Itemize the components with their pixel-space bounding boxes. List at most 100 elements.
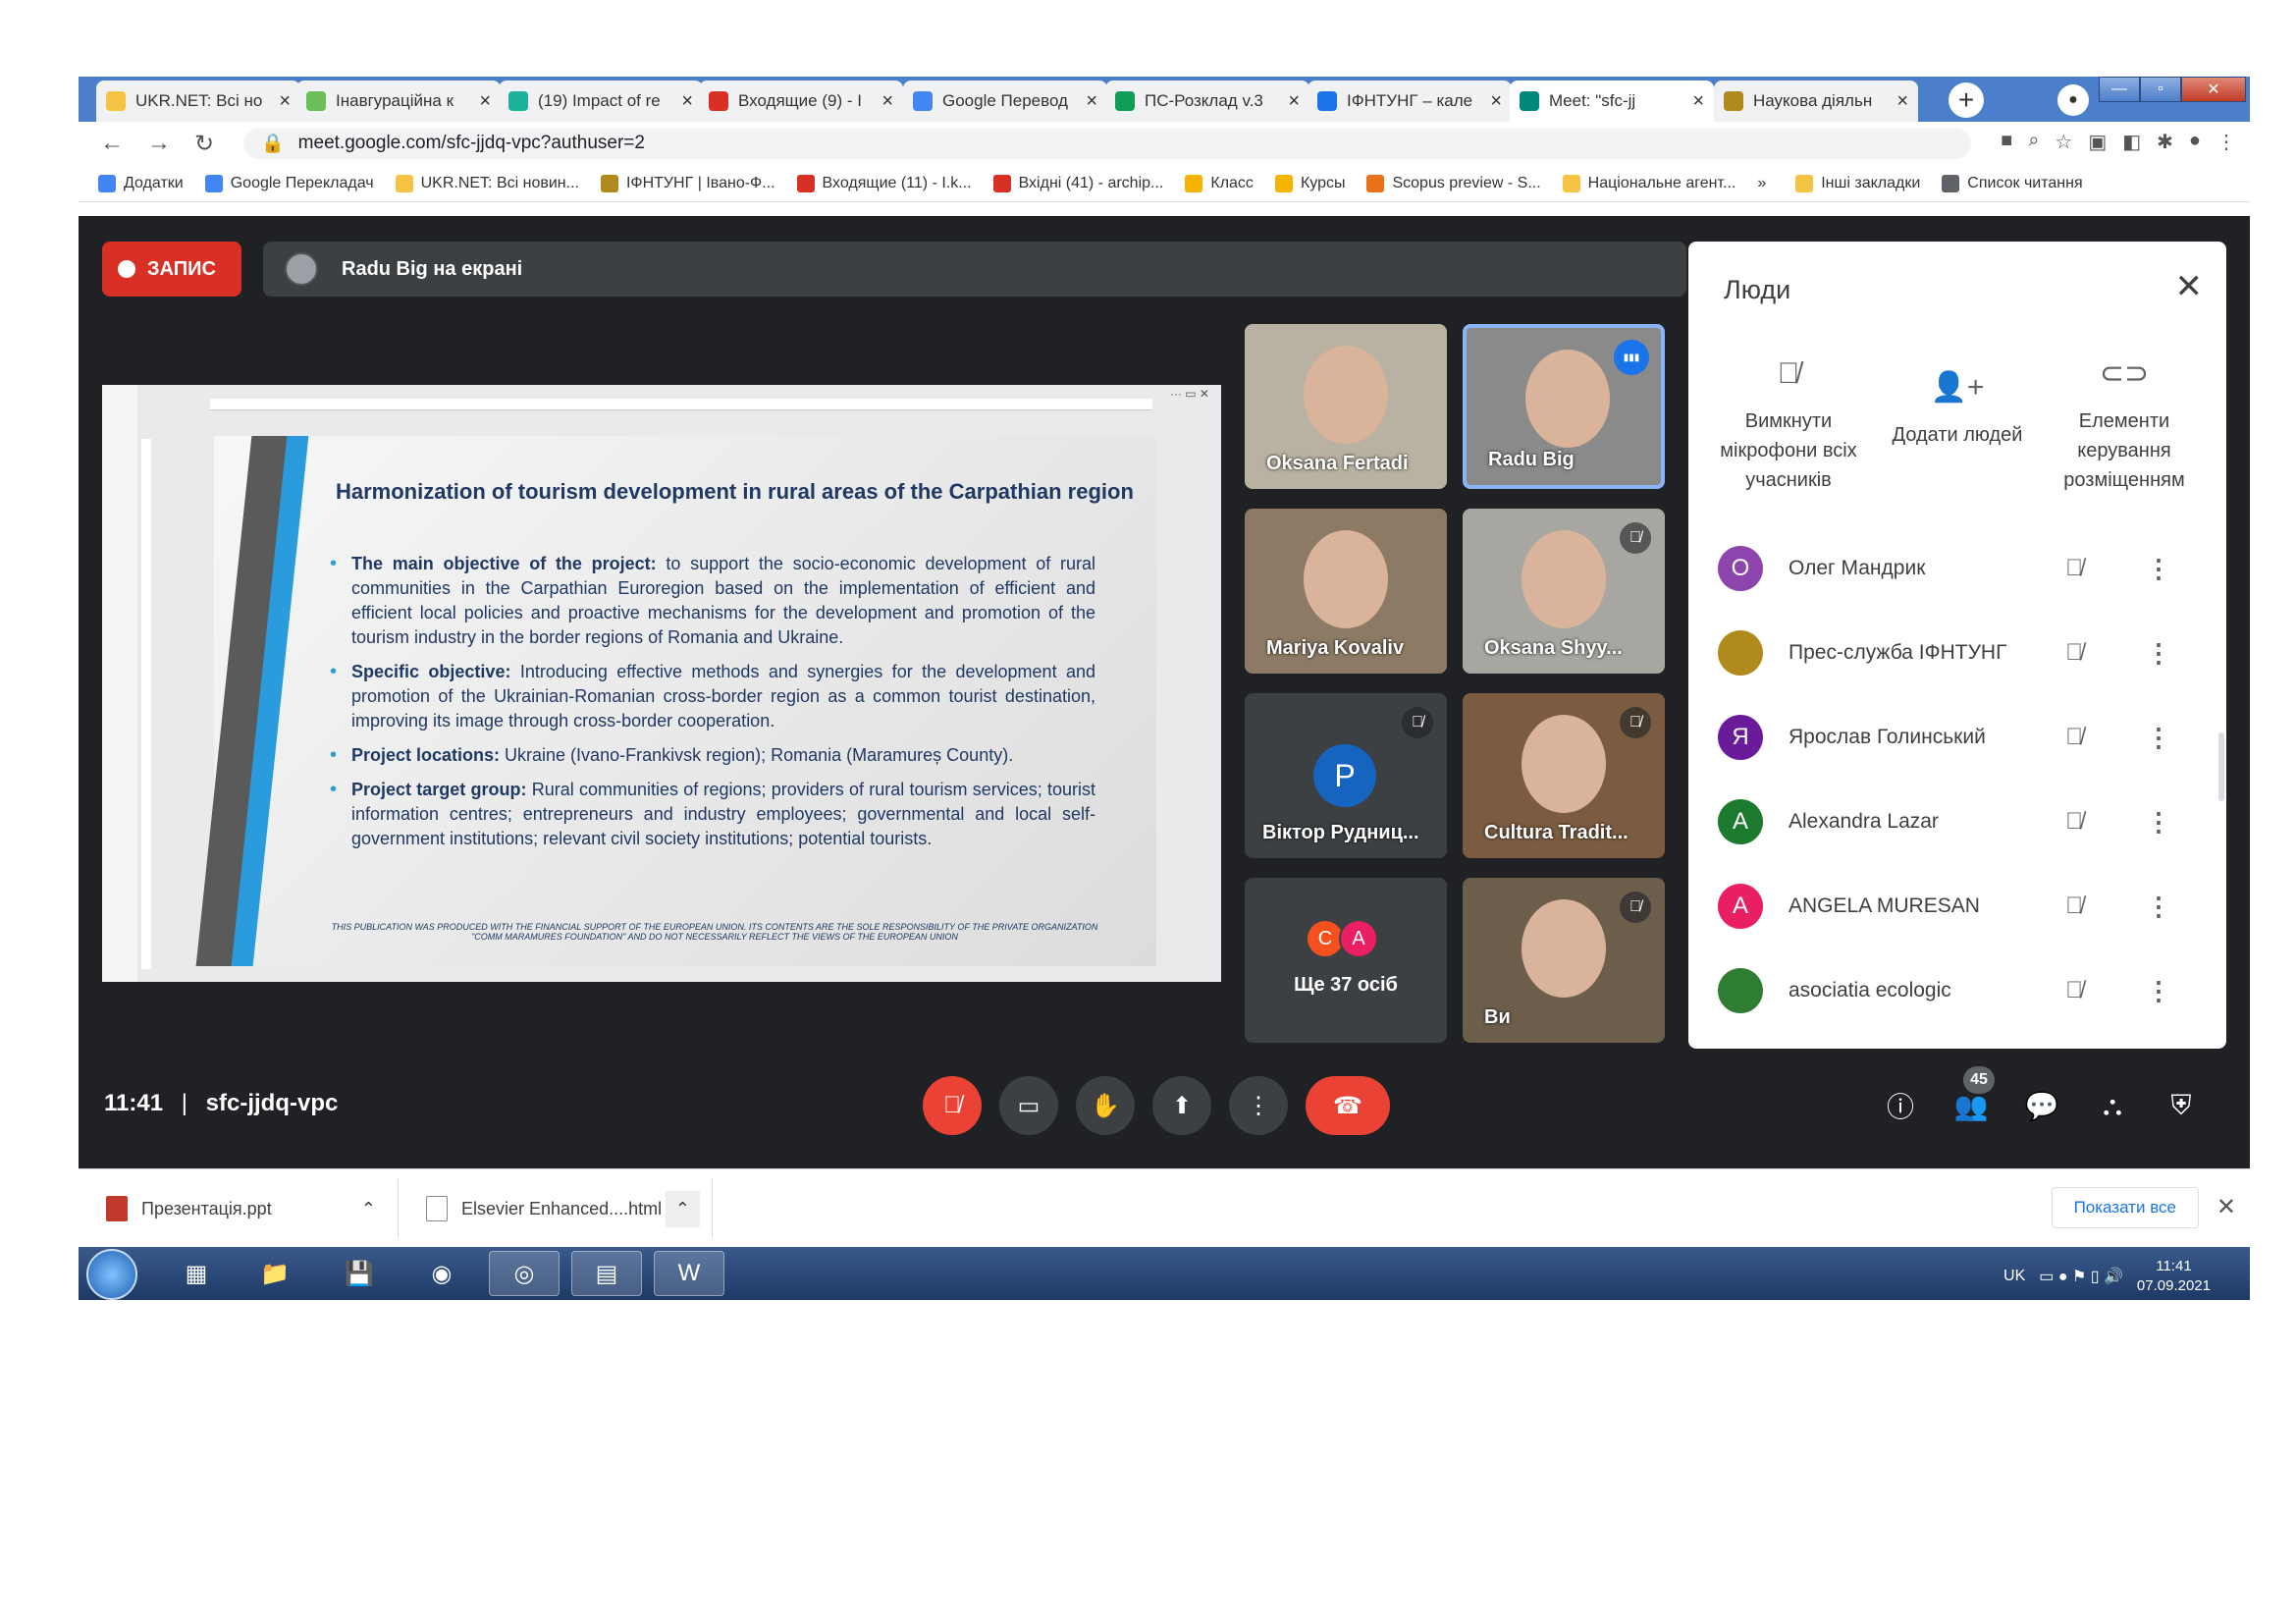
- bookmark-item[interactable]: Курсы: [1274, 174, 1345, 192]
- close-tab-icon[interactable]: ×: [1288, 90, 1300, 113]
- mic-off-icon[interactable]: 🎙̸: [2065, 977, 2083, 1004]
- close-tab-icon[interactable]: ×: [479, 90, 491, 113]
- bookmark-item[interactable]: Вхідні (41) - archip...: [992, 174, 1163, 192]
- profile-icon[interactable]: ●: [2057, 84, 2089, 116]
- zoom-icon[interactable]: ⌕: [2028, 130, 2039, 154]
- people-scrollbar[interactable]: [2218, 732, 2224, 801]
- participant-tile[interactable]: Cultura Tradit... 🎙̸: [1463, 693, 1665, 858]
- mic-off-icon[interactable]: 🎙̸: [2065, 808, 2083, 836]
- close-tab-icon[interactable]: ×: [1896, 90, 1908, 113]
- browser-tab[interactable]: ІФНТУНГ – кале ×: [1308, 81, 1512, 122]
- download-item[interactable]: Презентація.ppt ⌃: [79, 1179, 399, 1238]
- browser-tab[interactable]: Google Перевод ×: [903, 81, 1107, 122]
- close-window-button[interactable]: ✕: [2181, 77, 2246, 102]
- browser-tab[interactable]: (19) Impact of re ×: [499, 81, 703, 122]
- bookmark-item[interactable]: Інші закладки: [1795, 174, 1920, 192]
- mic-off-icon[interactable]: 🎙̸: [2065, 724, 2083, 751]
- participant-tile[interactable]: Oksana Shyy... 🎙̸: [1463, 509, 1665, 674]
- back-icon[interactable]: ←: [100, 130, 126, 157]
- puzzle-icon[interactable]: ✱: [2157, 130, 2173, 154]
- bookmark-item[interactable]: »: [1757, 175, 1766, 192]
- bookmark-item[interactable]: Scopus preview - S...: [1366, 174, 1541, 192]
- browser-tab[interactable]: ПС-Розклад v.3 ×: [1105, 81, 1309, 122]
- participant-tile[interactable]: Р Віктор Рудниц... 🎙̸: [1245, 693, 1447, 858]
- close-tab-icon[interactable]: ×: [279, 90, 291, 113]
- bookmark-item[interactable]: Додатки: [98, 174, 184, 192]
- reload-icon[interactable]: ↻: [194, 130, 220, 158]
- browser-tab[interactable]: Наукова діяльн ×: [1714, 81, 1918, 122]
- mic-off-icon[interactable]: 🎙̸: [2065, 555, 2083, 582]
- participant-row[interactable]: asociatia ecologic 🎙̸ ⋮: [1688, 948, 2226, 1033]
- camera-toggle-button[interactable]: ▭: [999, 1076, 1058, 1135]
- close-downloads-icon[interactable]: ✕: [2216, 1193, 2236, 1221]
- browser-tab[interactable]: Meet: "sfc-jj ×: [1510, 81, 1714, 122]
- star-icon[interactable]: ☆: [2055, 130, 2072, 154]
- more-options-button[interactable]: ⋮: [1229, 1076, 1288, 1135]
- host-controls-button[interactable]: ⛨: [2160, 1084, 2203, 1127]
- raise-hand-button[interactable]: ✋: [1076, 1076, 1135, 1135]
- show-all-button[interactable]: Показати все: [2051, 1187, 2199, 1228]
- folder-icon[interactable]: 📁: [240, 1251, 310, 1296]
- close-tab-icon[interactable]: ×: [1490, 90, 1502, 113]
- participant-tile[interactable]: Mariya Kovaliv: [1245, 509, 1447, 674]
- more-options-icon[interactable]: ⋮: [2146, 554, 2171, 584]
- add-people-button[interactable]: 👤+ Додати людей: [1869, 373, 2046, 450]
- system-clock[interactable]: 11:41 07.09.2021: [2137, 1257, 2211, 1296]
- chevron-up-icon[interactable]: ⌃: [361, 1199, 376, 1219]
- more-options-icon[interactable]: ⋮: [2146, 723, 2171, 753]
- start-button[interactable]: [86, 1249, 137, 1300]
- close-tab-icon[interactable]: ×: [881, 90, 893, 113]
- save-icon[interactable]: 💾: [324, 1251, 395, 1296]
- participant-tile[interactable]: C A Ще 37 осіб: [1245, 878, 1447, 1043]
- chat-button[interactable]: 💬: [2020, 1084, 2063, 1127]
- host-controls-button[interactable]: ⊂⊃ Елементи керування розміщенням: [2036, 359, 2213, 495]
- maximize-button[interactable]: ▫: [2140, 77, 2181, 102]
- powerpoint-icon[interactable]: ▤: [571, 1251, 642, 1296]
- participant-row[interactable]: A Alexandra Lazar 🎙̸ ⋮: [1688, 780, 2226, 864]
- chrome-icon[interactable]: ◎: [489, 1251, 560, 1296]
- more-options-icon[interactable]: ⋮: [2146, 892, 2171, 922]
- close-tab-icon[interactable]: ×: [681, 90, 693, 113]
- camera-icon[interactable]: ■: [2001, 130, 2012, 154]
- download-item[interactable]: Elsevier Enhanced....html ⌃: [399, 1179, 713, 1238]
- avatar-icon[interactable]: ●: [2189, 130, 2201, 154]
- present-button[interactable]: ⬆: [1152, 1076, 1211, 1135]
- edge-icon[interactable]: ◉: [406, 1251, 477, 1296]
- word-icon[interactable]: W: [654, 1251, 724, 1296]
- browser-tab[interactable]: Інавгураційна к ×: [296, 81, 501, 122]
- chevron-up-icon[interactable]: ⌃: [665, 1190, 700, 1227]
- participant-tile[interactable]: Oksana Fertadi: [1245, 324, 1447, 489]
- mute-all-button[interactable]: 🎙̸ Вимкнути мікрофони всіх учасників: [1700, 359, 1877, 495]
- url-field[interactable]: 🔒 meet.google.com/sfc-jjdq-vpc?authuser=…: [243, 128, 1971, 159]
- browser-tab[interactable]: UKR.NET: Всі но ×: [96, 81, 300, 122]
- bookmark-item[interactable]: Список читання: [1942, 174, 2083, 192]
- activities-button[interactable]: ⛬: [2091, 1084, 2134, 1127]
- more-options-icon[interactable]: ⋮: [2146, 807, 2171, 838]
- participant-tile[interactable]: Ви 🎙̸: [1463, 878, 1665, 1043]
- browser-tab[interactable]: Входящие (9) - I ×: [699, 81, 903, 122]
- participant-tile[interactable]: Radu Big ▮▮▮: [1463, 324, 1665, 489]
- participant-row[interactable]: О Олег Мандрик 🎙̸ ⋮: [1688, 526, 2226, 611]
- mic-off-icon[interactable]: 🎙̸: [2065, 639, 2083, 667]
- new-tab-button[interactable]: +: [1949, 82, 1984, 118]
- meeting-details-button[interactable]: ⓘ: [1879, 1084, 1922, 1127]
- bookmark-item[interactable]: Національне агент...: [1562, 174, 1735, 192]
- mic-toggle-button[interactable]: 🎙̸: [923, 1076, 982, 1135]
- tray-icons[interactable]: ▭ ● ⚑ ▯ 🔊: [2039, 1267, 2123, 1286]
- participant-row[interactable]: A ANGELA MURESAN 🎙̸ ⋮: [1688, 864, 2226, 948]
- calculator-icon[interactable]: ▦: [161, 1251, 232, 1296]
- close-tab-icon[interactable]: ×: [1086, 90, 1097, 113]
- close-icon[interactable]: ✕: [2175, 267, 2204, 306]
- forward-icon[interactable]: →: [147, 130, 173, 157]
- menu-icon[interactable]: ⋮: [2216, 130, 2236, 154]
- mic-off-icon[interactable]: 🎙̸: [2065, 893, 2083, 920]
- bookmark-item[interactable]: Входящие (11) - I.k...: [796, 174, 972, 192]
- bookmark-item[interactable]: UKR.NET: Всі новин...: [395, 174, 579, 192]
- language-indicator[interactable]: UK: [2003, 1268, 2025, 1285]
- bookmark-item[interactable]: Google Перекладач: [204, 174, 374, 192]
- participant-row[interactable]: Я Ярослав Голинський 🎙̸ ⋮: [1688, 695, 2226, 780]
- more-options-icon[interactable]: ⋮: [2146, 976, 2171, 1006]
- leave-call-button[interactable]: ☎: [1306, 1076, 1390, 1135]
- close-tab-icon[interactable]: ×: [1692, 90, 1704, 113]
- minimize-button[interactable]: —: [2099, 77, 2140, 102]
